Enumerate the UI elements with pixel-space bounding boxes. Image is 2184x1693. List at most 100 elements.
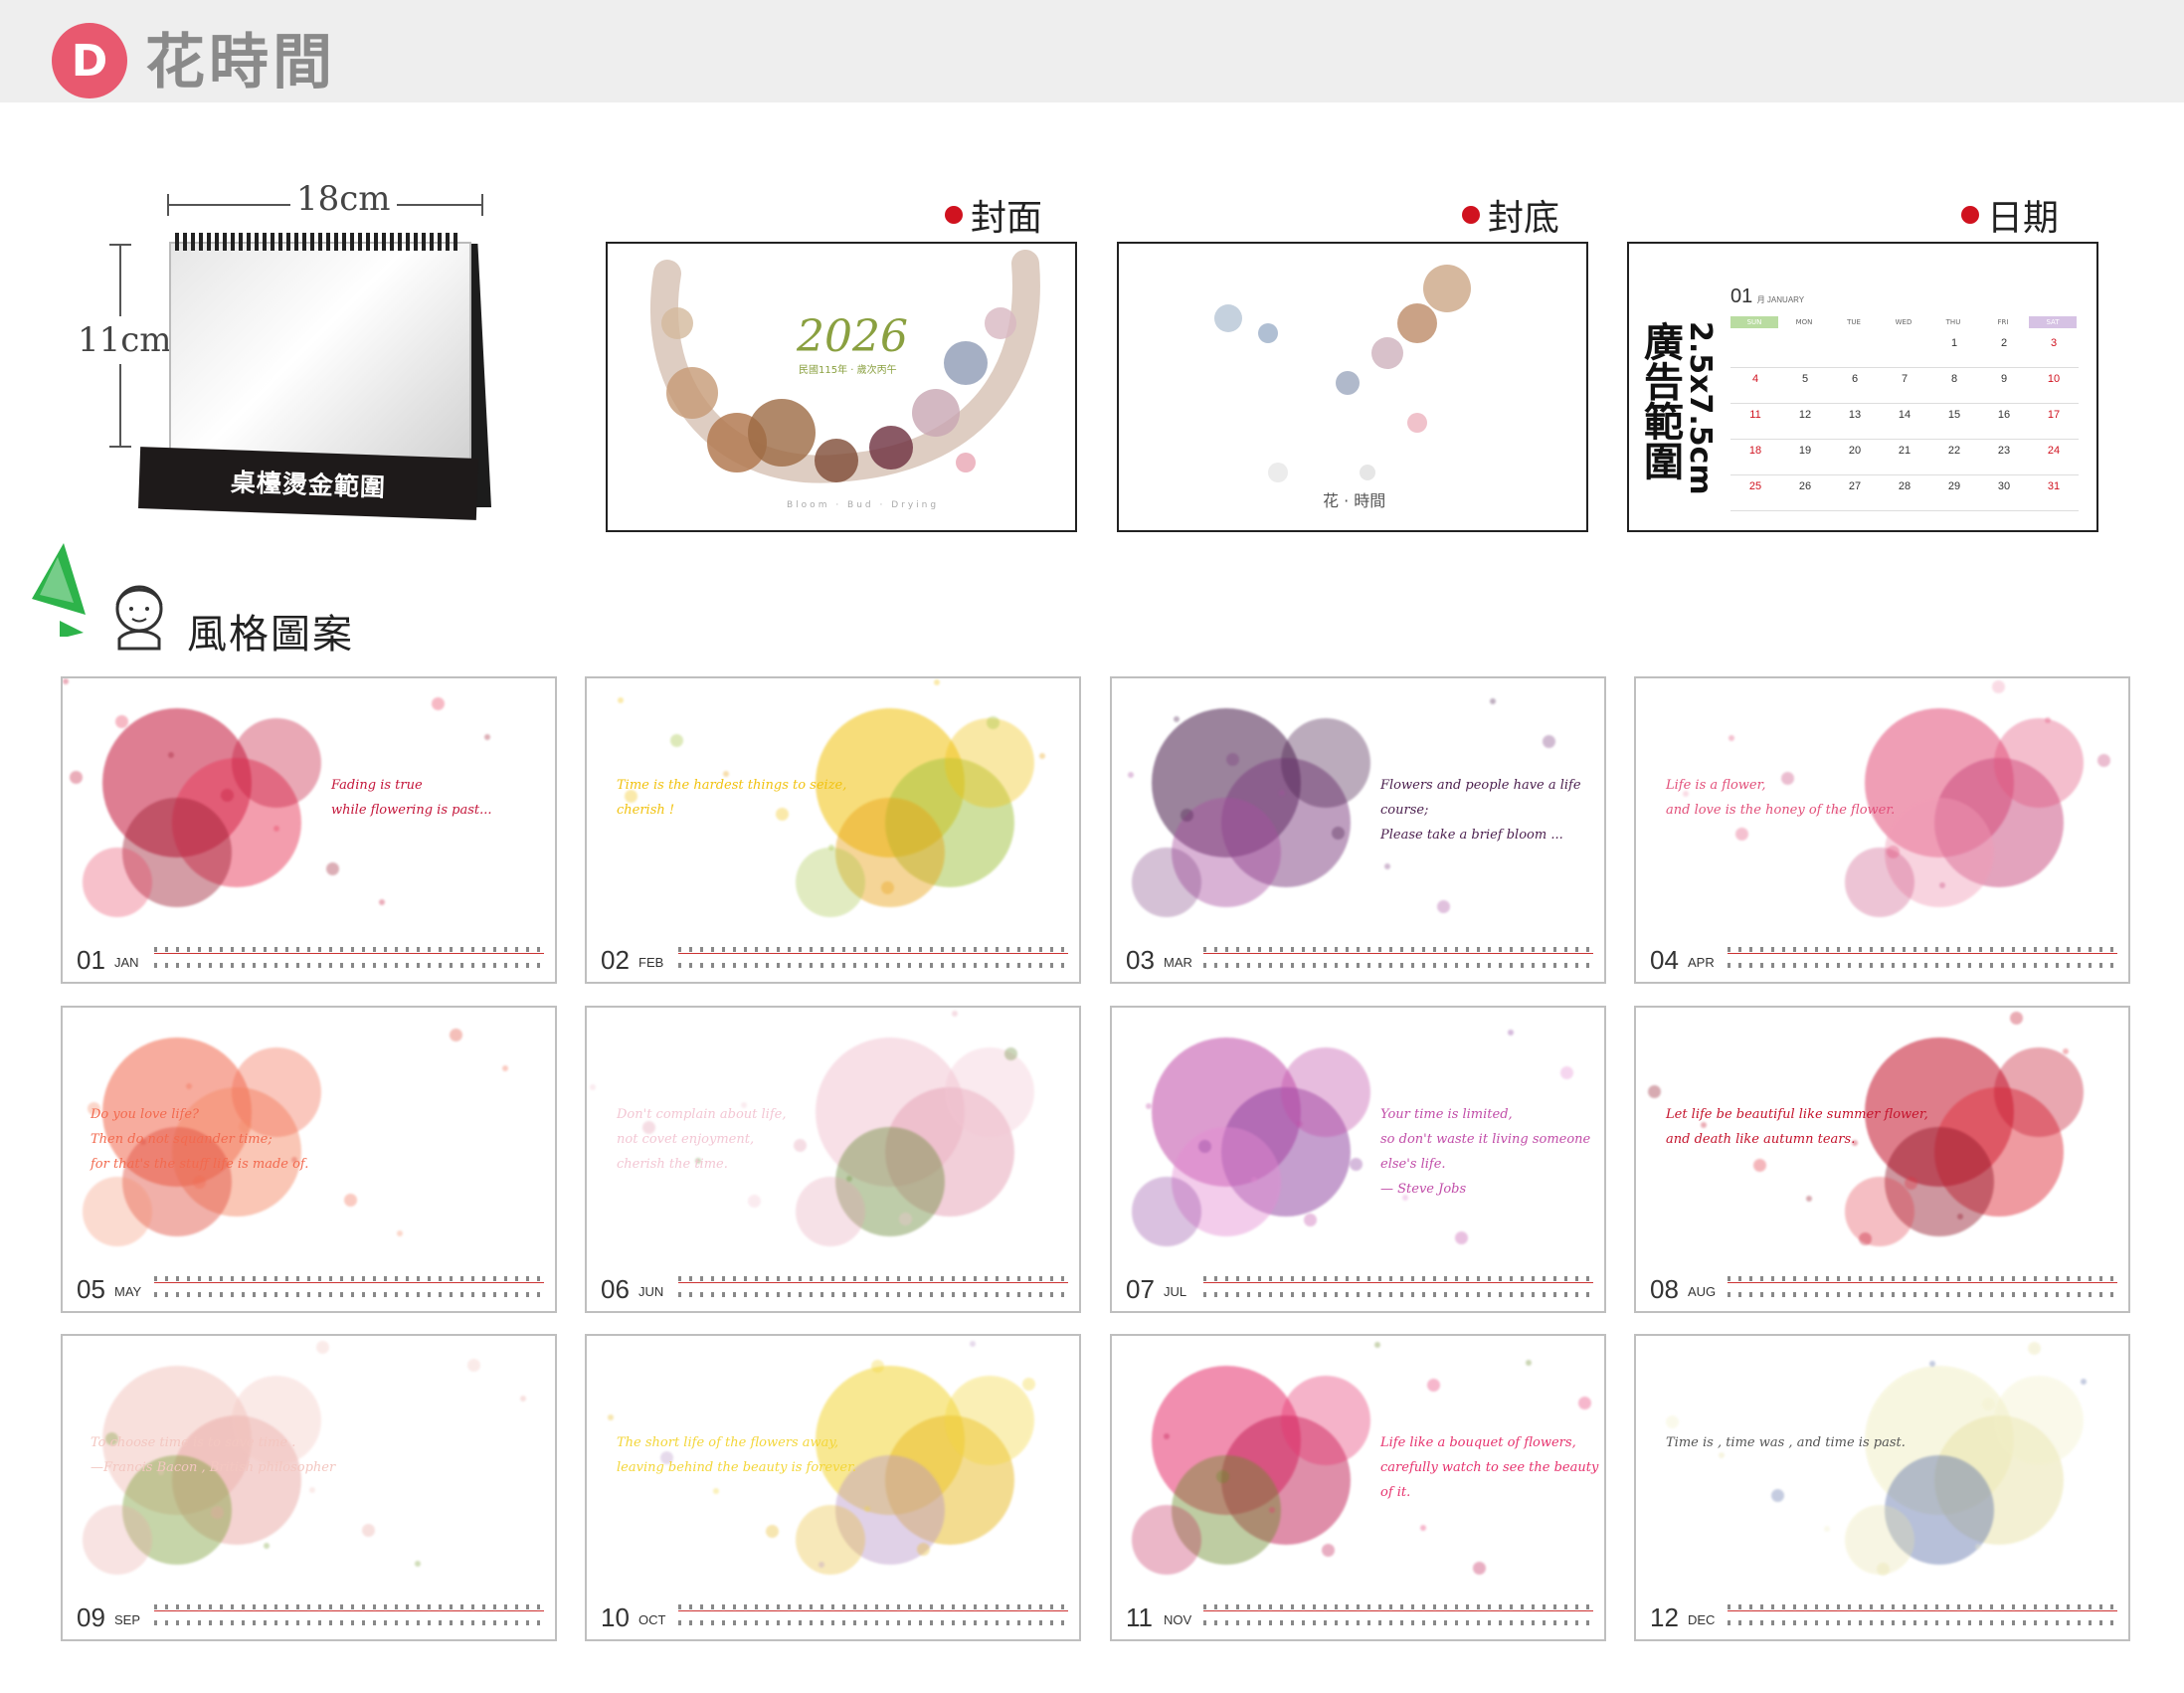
- day-strip-rule: [1203, 1610, 1593, 1611]
- bullet-dot-icon: [945, 206, 963, 224]
- date-cell: 23: [1997, 445, 2011, 457]
- paint-splatter: [397, 1230, 403, 1236]
- flower-illustration: [1636, 1336, 2128, 1597]
- month-card-oct: The short life of the flowers away, leavi…: [585, 1334, 1081, 1641]
- paint-splatter: [934, 679, 940, 685]
- month-number: 08: [1650, 1274, 1679, 1304]
- watercolor-petal: [1994, 1376, 2084, 1465]
- paint-splatter: [2045, 717, 2051, 723]
- quote-line: Then do not squander time;: [91, 1132, 273, 1147]
- paint-splatter: [1877, 1563, 1890, 1576]
- back-label: 封底: [1462, 189, 1559, 241]
- quote-line: leaving behind the beauty is forever.: [617, 1460, 857, 1475]
- month-number: 05: [77, 1274, 105, 1304]
- paint-splatter: [1174, 716, 1180, 722]
- paint-splatter: [1526, 1360, 1532, 1366]
- cover-subtitle: 民國115年 · 歲次丙午: [799, 365, 897, 376]
- month-number: 04: [1650, 945, 1679, 975]
- paint-splatter: [828, 845, 834, 850]
- paint-splatter: [450, 1029, 462, 1041]
- paint-splatter: [952, 1011, 958, 1017]
- month-quote: Your time is limited, so don't waste it l…: [1380, 1102, 1604, 1202]
- month-card-mar: Flowers and people have a life course; Pl…: [1110, 676, 1606, 984]
- paint-splatter: [1771, 1489, 1784, 1502]
- date-cell: 12: [1798, 409, 1812, 421]
- date-row: 18 19 20 21 22 23 24: [1730, 441, 2079, 475]
- day-number-strip: [678, 1602, 1068, 1632]
- spiral-binding: [175, 233, 461, 251]
- quote-line: Fading is true: [331, 778, 423, 793]
- paint-splatter: [2028, 1342, 2041, 1355]
- date-cell: 21: [1898, 445, 1911, 457]
- paint-splatter: [1508, 1030, 1514, 1035]
- day-number-strip: [154, 1274, 544, 1304]
- paint-splatter: [1304, 1214, 1317, 1226]
- day-strip-rule: [1203, 953, 1593, 954]
- paint-splatter: [415, 1561, 421, 1567]
- date-cell: 8: [1950, 373, 1958, 385]
- paint-splatter: [1384, 863, 1390, 869]
- paint-splatter: [193, 1176, 206, 1189]
- quote-line: To choose time is to save time .: [91, 1435, 296, 1450]
- paint-splatter: [211, 1506, 224, 1519]
- watercolor-petal: [83, 1177, 152, 1246]
- paint-splatter: [115, 715, 128, 728]
- month-abbreviation: JUN: [638, 1284, 664, 1299]
- watercolor-petal: [1845, 847, 1914, 917]
- paint-splatter: [766, 1525, 779, 1538]
- paint-splatter: [1226, 753, 1239, 766]
- date-cell: 14: [1898, 409, 1911, 421]
- watercolor-petal: [796, 847, 865, 917]
- quote-line: The short life of the flowers away,: [617, 1435, 839, 1450]
- watercolor-petal: [1132, 847, 1201, 917]
- paint-splatter: [273, 826, 279, 832]
- month-abbreviation: JAN: [114, 955, 139, 970]
- month-card-jan: Fading is true while flowering is past...…: [61, 676, 557, 984]
- paint-splatter: [2081, 1379, 2087, 1385]
- quote-line: Life like a bouquet of flowers,: [1380, 1435, 1576, 1450]
- date-cell: 16: [1997, 409, 2011, 421]
- day-number-strip: [154, 1602, 544, 1632]
- cover-tagline: Bloom · Bud · Drying: [787, 500, 940, 510]
- paint-splatter: [608, 1414, 614, 1420]
- girl-face-icon: [115, 585, 163, 651]
- paint-splatter: [819, 1562, 824, 1568]
- paint-splatter: [670, 734, 683, 747]
- month-abbreviation: DEC: [1688, 1612, 1716, 1627]
- month-quote: Let life be beautiful like summer flower…: [1666, 1102, 1928, 1152]
- paint-splatter: [1350, 1158, 1363, 1171]
- paint-splatter: [1753, 1159, 1766, 1172]
- month-day-strip: 02 FEB: [587, 939, 1079, 982]
- day-number-strip: [678, 1274, 1068, 1304]
- paint-splatter: [344, 1194, 357, 1207]
- paint-splatter: [881, 881, 894, 894]
- paint-splatter: [1420, 1525, 1426, 1531]
- weekday-label: THU: [1945, 318, 1961, 326]
- month-quote: Flowers and people have a life course; Pl…: [1380, 773, 1604, 847]
- paint-splatter: [1004, 1047, 1017, 1060]
- paint-splatter: [1975, 1544, 1981, 1550]
- paint-splatter: [168, 752, 174, 758]
- day-strip-rule: [1728, 953, 2117, 954]
- paint-splatter: [713, 1488, 719, 1494]
- paint-splatter: [917, 1543, 930, 1556]
- paint-splatter: [484, 734, 490, 740]
- paint-splatter: [1455, 1231, 1468, 1244]
- month-abbreviation: SEP: [114, 1612, 141, 1627]
- quote-line: Flowers and people have a life course;: [1380, 778, 1581, 818]
- page-title: 花時間: [145, 28, 336, 97]
- paint-splatter: [1859, 1232, 1872, 1245]
- paint-splatter: [326, 862, 339, 875]
- desk-base-label: 桌檯燙金範圍: [230, 468, 387, 502]
- month-day-strip: 10 OCT: [587, 1597, 1079, 1639]
- paint-splatter: [1992, 680, 2005, 693]
- month-number: 12: [1650, 1602, 1679, 1632]
- paint-splatter: [1181, 809, 1193, 822]
- month-number: 02: [601, 945, 630, 975]
- watercolor-petal: [1281, 1376, 1370, 1465]
- month-number: 06: [601, 1274, 630, 1304]
- month-abbreviation: FEB: [638, 955, 664, 970]
- date-cell: 5: [1801, 373, 1809, 385]
- date-cell: 27: [1848, 480, 1862, 492]
- paint-splatter: [1473, 1562, 1486, 1575]
